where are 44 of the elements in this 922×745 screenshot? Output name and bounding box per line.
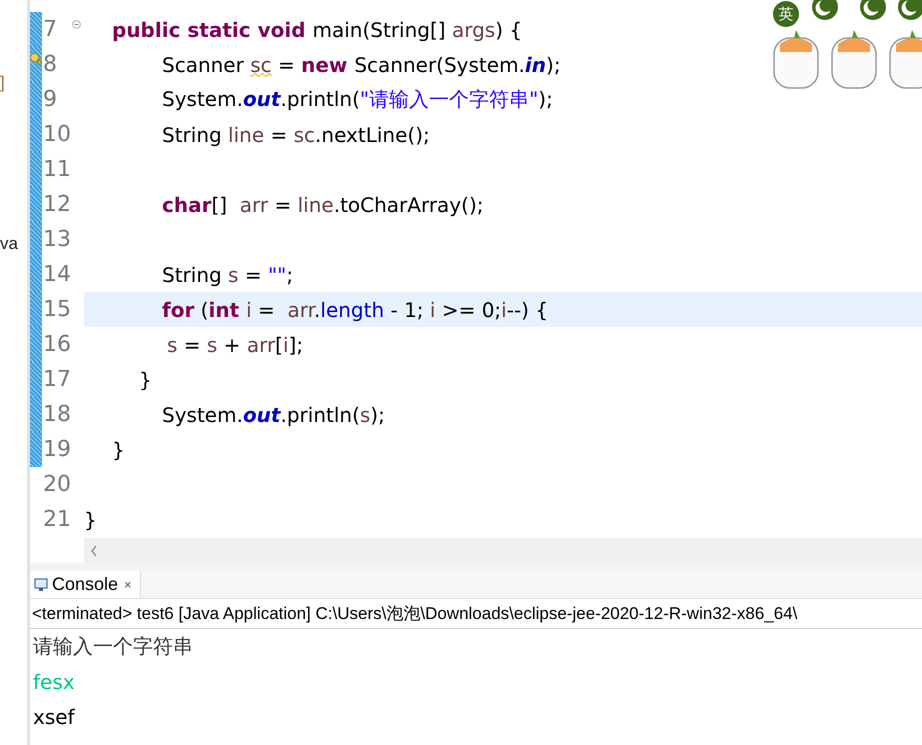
line-number: 8	[42, 52, 57, 77]
moon-icon[interactable]	[898, 0, 922, 20]
code-line: }	[84, 508, 97, 532]
collapse-icon[interactable]	[72, 20, 81, 29]
line-number: 7	[42, 17, 57, 42]
monitor-icon	[34, 578, 48, 592]
explorer-item[interactable]: ]	[0, 73, 5, 93]
explorer-item[interactable]: va	[0, 234, 18, 254]
code-line: String s = "";	[162, 262, 294, 286]
code-line: char[] arr = line.toCharArray();	[162, 192, 484, 216]
code-line: String line = sc.nextLine();	[162, 122, 430, 146]
line-number: 19	[42, 437, 71, 462]
code-line: Scanner sc = new Scanner(System.in);	[162, 52, 561, 76]
code-line: s = s + arr[i];	[167, 332, 304, 356]
code-line: System.out.println("请输入一个字符串");	[162, 86, 553, 113]
moon-icon[interactable]	[860, 0, 886, 20]
line-number: 9	[42, 87, 57, 112]
line-number: 11	[42, 157, 71, 182]
line-number: 17	[42, 367, 71, 392]
warning-icon[interactable]	[30, 53, 42, 65]
code-line: public static void main(String[] args) {	[112, 18, 522, 42]
horizontal-scrollbar[interactable]	[84, 538, 922, 563]
code-line: }	[139, 368, 152, 392]
moon-icon[interactable]	[812, 0, 838, 20]
console-output-line: 请输入一个字符串	[32, 633, 193, 660]
line-number: 12	[42, 192, 71, 217]
line-number: 21	[42, 507, 71, 532]
input-mode-icon[interactable]: 英	[773, 1, 799, 27]
close-icon[interactable]: ×	[124, 577, 132, 592]
code-line: for (int i = arr.length - 1; i >= 0;i--) {	[162, 298, 548, 322]
line-number: 15	[42, 297, 71, 322]
line-number: 20	[42, 472, 71, 497]
scroll-left-icon[interactable]	[90, 544, 98, 556]
code-line: }	[112, 438, 125, 462]
console-tab[interactable]: Console ×	[30, 571, 141, 598]
line-number: 16	[42, 332, 71, 357]
console-status: <terminated> test6 [Java Application] C:\Users\泡泡\Downloads\eclipse-jee-2020-12-R-win32-x86_64\	[30, 599, 922, 629]
line-number: 10	[42, 122, 71, 147]
line-number: 18	[42, 402, 71, 427]
line-number: 13	[42, 227, 71, 252]
console-output-line: fesx	[32, 668, 75, 696]
line-number: 14	[42, 262, 71, 287]
code-line: System.out.println(s);	[162, 402, 385, 426]
console-output-line: xsef	[32, 704, 75, 730]
